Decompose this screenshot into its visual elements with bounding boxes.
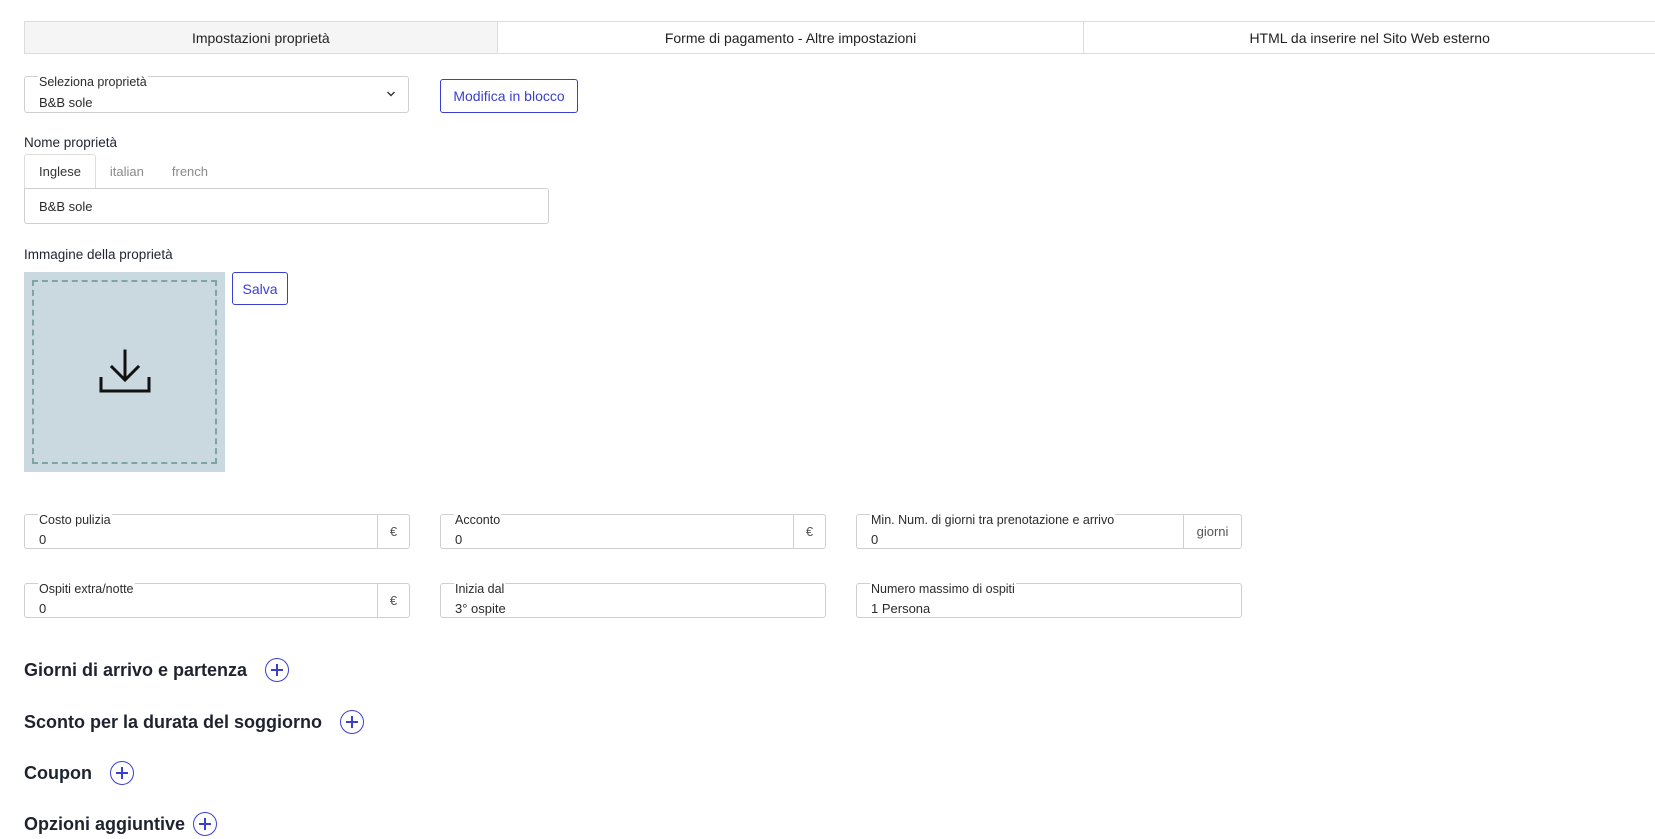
coupon-section: Coupon [24,760,134,786]
max-guests-label: Numero massimo di ospiti [870,582,1016,596]
euro-suffix: € [377,515,409,548]
cleaning-cost-value: 0 [39,532,47,547]
starts-from-field[interactable]: Inizia dal 3° ospite [440,582,826,618]
chevron-down-icon [387,91,395,97]
max-guests-field[interactable]: Numero massimo di ospiti 1 Persona [856,582,1242,618]
max-guests-value: 1 Persona [871,601,931,616]
image-upload-dropzone[interactable] [24,272,225,472]
min-days-value: 0 [871,532,879,547]
days-suffix: giorni [1183,515,1241,548]
tab-payment-settings[interactable]: Forme di pagamento - Altre impostazioni [498,22,1085,53]
euro-suffix: € [793,515,825,548]
deposit-label: Acconto [454,513,502,527]
cleaning-cost-field[interactable]: Costo pulizia 0 € [24,513,410,549]
deposit-field[interactable]: Acconto 0 € [440,513,826,549]
add-circle-icon[interactable] [265,658,290,682]
property-image-label: Immagine della proprietà [24,247,173,262]
bulk-edit-button[interactable]: Modifica in blocco [440,79,578,113]
min-days-label: Min. Num. di giorni tra prenotazione e a… [870,513,1116,527]
property-select-value: B&B sole [39,95,93,110]
property-name-input[interactable]: B&B sole [24,188,549,224]
add-circle-icon[interactable] [193,812,217,836]
tab-property-settings[interactable]: Impostazioni proprietà [25,22,498,53]
tab-html-embed[interactable]: HTML da inserire nel Sito Web esterno [1084,22,1655,53]
tab-language-italian[interactable]: italian [96,154,158,188]
deposit-value: 0 [455,532,463,547]
settings-tabs: Impostazioni proprietà Forme di pagament… [24,21,1655,54]
property-name-label: Nome proprietà [24,135,118,150]
add-circle-icon[interactable] [109,761,134,785]
cleaning-cost-label: Costo pulizia [38,513,112,527]
additional-options-section: Opzioni aggiuntive [24,811,217,837]
section-title: Coupon [24,762,92,783]
section-title: Sconto per la durata del soggiorno [24,711,323,732]
extra-guests-field[interactable]: Ospiti extra/notte 0 € [24,582,410,618]
extra-guests-value: 0 [39,601,47,616]
property-name-value: B&B sole [39,199,93,214]
section-title: Opzioni aggiuntive [24,813,185,834]
starts-from-label: Inizia dal [454,582,506,596]
min-days-field[interactable]: Min. Num. di giorni tra prenotazione e a… [856,513,1242,549]
tab-language-french[interactable]: french [158,154,222,188]
language-tabs: Inglese italian french [24,154,222,188]
tab-language-english[interactable]: Inglese [24,154,96,188]
save-image-button[interactable]: Salva [232,272,288,305]
euro-suffix: € [377,584,409,617]
arrival-departure-days-section: Giorni di arrivo e partenza [24,657,290,683]
section-title: Giorni di arrivo e partenza [24,659,248,680]
add-circle-icon[interactable] [340,710,365,734]
download-icon [99,349,150,393]
stay-length-discount-section: Sconto per la durata del soggiorno [24,709,365,735]
starts-from-value: 3° ospite [455,601,506,616]
property-select-label: Seleziona proprietà [38,75,148,89]
property-select[interactable]: Seleziona proprietà B&B sole [24,75,409,113]
extra-guests-label: Ospiti extra/notte [38,582,135,596]
